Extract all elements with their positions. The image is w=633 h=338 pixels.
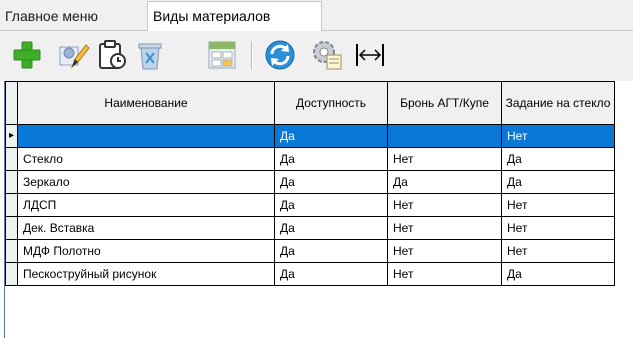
column-header-reservation[interactable]: Бронь АГТ/Купе xyxy=(387,81,502,125)
settings-icon xyxy=(313,41,342,70)
grid-header-row: Наименование Доступность Бронь АГТ/Купе … xyxy=(5,81,615,125)
cell-glass-task[interactable]: Да xyxy=(501,170,615,194)
table-row[interactable]: Зеркало Да Да Да xyxy=(5,170,615,194)
refresh-icon xyxy=(265,40,295,70)
settings-button[interactable] xyxy=(311,39,343,71)
cell-availability[interactable]: Да xyxy=(274,170,388,194)
refresh-button[interactable] xyxy=(264,39,296,71)
toolbar xyxy=(0,31,633,81)
table-row[interactable]: ЛДСП Да Нет Нет xyxy=(5,193,615,217)
column-header-glass-task[interactable]: Задание на стекло xyxy=(501,81,615,125)
row-header[interactable] xyxy=(5,170,18,194)
table-row[interactable]: МДФ Полотно Да Нет Нет xyxy=(5,239,615,263)
cell-availability[interactable]: Да xyxy=(274,216,388,240)
tab-strip: Главное меню Виды материалов xyxy=(0,0,633,31)
row-header[interactable] xyxy=(5,239,18,263)
cell-glass-task[interactable]: Да xyxy=(501,147,615,171)
edit-button[interactable] xyxy=(58,39,90,71)
current-row-indicator-icon: ▸ xyxy=(8,130,15,141)
cell-name[interactable]: МДФ Полотно xyxy=(17,239,275,263)
table-row[interactable]: ▸ Да Нет xyxy=(5,124,615,148)
excel-export-icon xyxy=(208,41,236,69)
cell-name[interactable]: ЛДСП xyxy=(17,193,275,217)
copy-icon xyxy=(99,40,126,69)
cell-reservation[interactable]: Нет xyxy=(387,147,502,171)
cell-availability[interactable]: Да xyxy=(274,193,388,217)
cell-glass-task[interactable]: Нет xyxy=(501,193,615,217)
row-header[interactable] xyxy=(5,193,18,217)
cell-glass-task[interactable]: Нет xyxy=(501,124,615,148)
add-icon xyxy=(13,41,41,69)
row-header[interactable] xyxy=(5,216,18,240)
cell-glass-task[interactable]: Нет xyxy=(501,239,615,263)
table-row[interactable]: Дек. Вставка Да Нет Нет xyxy=(5,216,615,240)
row-header[interactable] xyxy=(5,262,18,286)
column-header-name[interactable]: Наименование xyxy=(17,81,275,125)
row-header-corner xyxy=(5,81,18,125)
column-header-availability[interactable]: Доступность xyxy=(274,81,388,125)
cell-glass-task[interactable]: Нет xyxy=(501,216,615,240)
cell-name[interactable]: Зеркало xyxy=(17,170,275,194)
excel-export-button[interactable] xyxy=(206,39,238,71)
cell-reservation[interactable]: Нет xyxy=(387,216,502,240)
cell-reservation[interactable]: Нет xyxy=(387,193,502,217)
cell-name[interactable]: Стекло xyxy=(17,147,275,171)
cell-name[interactable]: Пескоструйный рисунок xyxy=(17,262,275,286)
fit-columns-icon xyxy=(356,44,384,66)
cell-glass-task[interactable]: Да xyxy=(501,262,615,286)
tab-main-menu[interactable]: Главное меню xyxy=(0,3,147,29)
delete-icon xyxy=(138,43,162,70)
add-button[interactable] xyxy=(11,39,43,71)
toolbar-separator xyxy=(251,41,253,69)
cell-reservation[interactable] xyxy=(387,124,502,148)
tab-material-types[interactable]: Виды материалов xyxy=(147,1,322,31)
row-header[interactable]: ▸ xyxy=(5,124,18,148)
cell-availability[interactable]: Да xyxy=(274,124,388,148)
delete-button[interactable] xyxy=(134,39,166,71)
cell-availability[interactable]: Да xyxy=(274,239,388,263)
materials-grid: Наименование Доступность Бронь АГТ/Купе … xyxy=(5,81,633,338)
fit-columns-button[interactable] xyxy=(354,39,386,71)
copy-button[interactable] xyxy=(96,39,128,71)
cell-reservation[interactable]: Да xyxy=(387,170,502,194)
table-row[interactable]: Стекло Да Нет Да xyxy=(5,147,615,171)
cell-availability[interactable]: Да xyxy=(274,262,388,286)
cell-name[interactable] xyxy=(17,124,275,148)
cell-availability[interactable]: Да xyxy=(274,147,388,171)
cell-reservation[interactable]: Нет xyxy=(387,262,502,286)
table-row[interactable]: Пескоструйный рисунок Да Нет Да xyxy=(5,262,615,286)
cell-name[interactable]: Дек. Вставка xyxy=(17,216,275,240)
edit-icon xyxy=(59,44,90,69)
row-header[interactable] xyxy=(5,147,18,171)
cell-reservation[interactable]: Нет xyxy=(387,239,502,263)
